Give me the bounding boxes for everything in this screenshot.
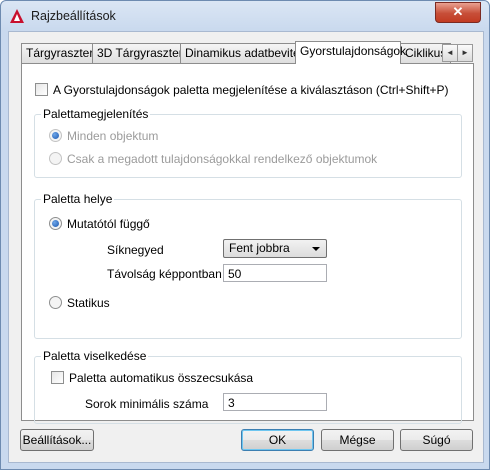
- cursor-dependent-label: Mutatótól függő: [67, 217, 150, 231]
- quadrant-label: Síknegyed: [107, 243, 164, 257]
- help-button[interactable]: Súgó: [400, 429, 473, 451]
- radio-specified-objects[interactable]: Csak a megadott tulajdonságokkal rendelk…: [49, 152, 377, 166]
- quadrant-value: Fent jobbra: [229, 241, 290, 255]
- dialog-client: Tárgyraszter 3D Tárgyraszter Dinamikus a…: [8, 31, 484, 463]
- distance-input[interactable]: 50: [223, 264, 327, 282]
- auto-collapse-checkbox[interactable]: [51, 371, 64, 384]
- static-label: Statikus: [67, 296, 110, 310]
- cancel-button[interactable]: Mégse: [321, 429, 394, 451]
- title-bar[interactable]: Rajzbeállítások ✕: [1, 1, 489, 31]
- quick-properties-page: A Gyorstulajdonságok paletta megjeleníté…: [21, 63, 474, 424]
- auto-collapse-label: Paletta automatikus összecsukása: [69, 371, 254, 385]
- radio-cursor-dependent[interactable]: Mutatótól függő: [49, 217, 150, 231]
- tab-scroll-left-button[interactable]: ◄: [442, 44, 458, 62]
- show-palette-checkbox-row[interactable]: A Gyorstulajdonságok paletta megjeleníté…: [35, 83, 449, 97]
- all-objects-radio[interactable]: [49, 129, 62, 142]
- auto-collapse-checkbox-row[interactable]: Paletta automatikus összecsukása: [51, 371, 253, 385]
- tab-quick-properties[interactable]: Gyorstulajdonságok: [295, 41, 406, 64]
- settings-button[interactable]: Beállítások...: [20, 429, 94, 451]
- dialog-window: Rajzbeállítások ✕ Tárgyraszter 3D Tárgyr…: [0, 0, 490, 470]
- palette-display-group: Palettamegjelenítés Minden objektum Csak…: [34, 107, 462, 178]
- tab-object-snap[interactable]: Tárgyraszter: [21, 43, 93, 63]
- palette-location-group: Paletta helye Mutatótól függő Síknegyed …: [34, 192, 462, 339]
- min-rows-input[interactable]: 3: [223, 393, 327, 411]
- tab-dynamic-input[interactable]: Dinamikus adatbevitel: [180, 43, 302, 63]
- chevron-down-icon: [312, 247, 320, 251]
- quadrant-select[interactable]: Fent jobbra: [223, 239, 327, 258]
- palette-display-title: Palettamegjelenítés: [41, 107, 151, 121]
- close-button[interactable]: ✕: [435, 2, 481, 23]
- tab-3d-object-snap[interactable]: 3D Tárgyraszter: [92, 43, 183, 63]
- static-radio[interactable]: [49, 296, 62, 309]
- show-palette-label: A Gyorstulajdonságok paletta megjeleníté…: [53, 83, 449, 97]
- all-objects-label: Minden objektum: [67, 129, 159, 143]
- palette-behavior-title: Paletta viselkedése: [41, 349, 149, 363]
- radio-all-objects[interactable]: Minden objektum: [49, 129, 158, 143]
- tab-scroll-right-button[interactable]: ►: [457, 44, 473, 62]
- autocad-app-icon: [10, 9, 24, 23]
- palette-behavior-group: Paletta viselkedése Paletta automatikus …: [34, 349, 462, 424]
- specified-objects-label: Csak a megadott tulajdonságokkal rendelk…: [67, 152, 378, 166]
- window-title: Rajzbeállítások: [31, 9, 116, 23]
- ok-button[interactable]: OK: [241, 429, 314, 451]
- distance-label: Távolság képpontban: [107, 267, 222, 281]
- close-icon: ✕: [452, 4, 464, 19]
- radio-static[interactable]: Statikus: [49, 296, 110, 310]
- palette-location-title: Paletta helye: [41, 192, 115, 206]
- cursor-dependent-radio[interactable]: [49, 217, 62, 230]
- min-rows-label: Sorok minimális száma: [85, 397, 209, 411]
- arrow-left-icon: ◄: [446, 48, 454, 57]
- arrow-right-icon: ►: [461, 48, 469, 57]
- show-palette-checkbox[interactable]: [35, 83, 48, 96]
- specified-objects-radio[interactable]: [49, 152, 62, 165]
